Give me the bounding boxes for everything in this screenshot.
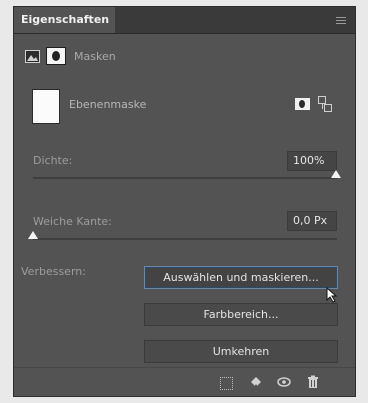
density-slider-track[interactable] <box>33 177 337 179</box>
mask-type-row: Masken <box>25 47 225 67</box>
feather-slider-thumb[interactable] <box>28 231 38 239</box>
masks-label: Masken <box>74 50 116 63</box>
feather-field[interactable]: 0,0 Px <box>287 211 337 231</box>
eye-icon[interactable] <box>277 375 291 389</box>
refine-label: Verbessern: <box>21 265 86 278</box>
trash-icon[interactable] <box>306 375 320 389</box>
load-selection-icon[interactable] <box>220 377 233 390</box>
select-and-mask-button[interactable]: Auswählen und maskieren... <box>144 266 338 289</box>
invert-button[interactable]: Umkehren <box>144 340 338 363</box>
layer-mask-label: Ebenenmaske <box>69 98 147 111</box>
tab-properties[interactable]: Eigenschaften <box>14 7 115 33</box>
mouse-cursor <box>326 287 338 303</box>
density-label: Dichte: <box>33 154 73 167</box>
image-glyph <box>27 55 38 61</box>
select-vector-mask-icon[interactable] <box>318 96 332 112</box>
feather-slider-track[interactable] <box>33 238 337 240</box>
select-pixel-mask-icon[interactable] <box>295 98 310 110</box>
pixel-mask-icon[interactable] <box>25 50 40 63</box>
panel-tab-bar: Eigenschaften <box>14 7 355 34</box>
panel-footer <box>14 367 355 396</box>
density-slider-thumb[interactable] <box>331 170 341 178</box>
density-field[interactable]: 100% <box>287 151 337 171</box>
layer-mask-thumbnail <box>32 89 60 124</box>
apply-mask-icon[interactable] <box>249 375 263 389</box>
vector-mask-icon[interactable] <box>46 47 66 65</box>
feather-label: Weiche Kante: <box>33 215 112 228</box>
panel-menu-icon[interactable] <box>336 17 346 24</box>
color-range-button[interactable]: Farbbereich... <box>144 303 338 326</box>
properties-panel: Eigenschaften Masken Ebenenmaske Dichte:… <box>13 6 356 397</box>
